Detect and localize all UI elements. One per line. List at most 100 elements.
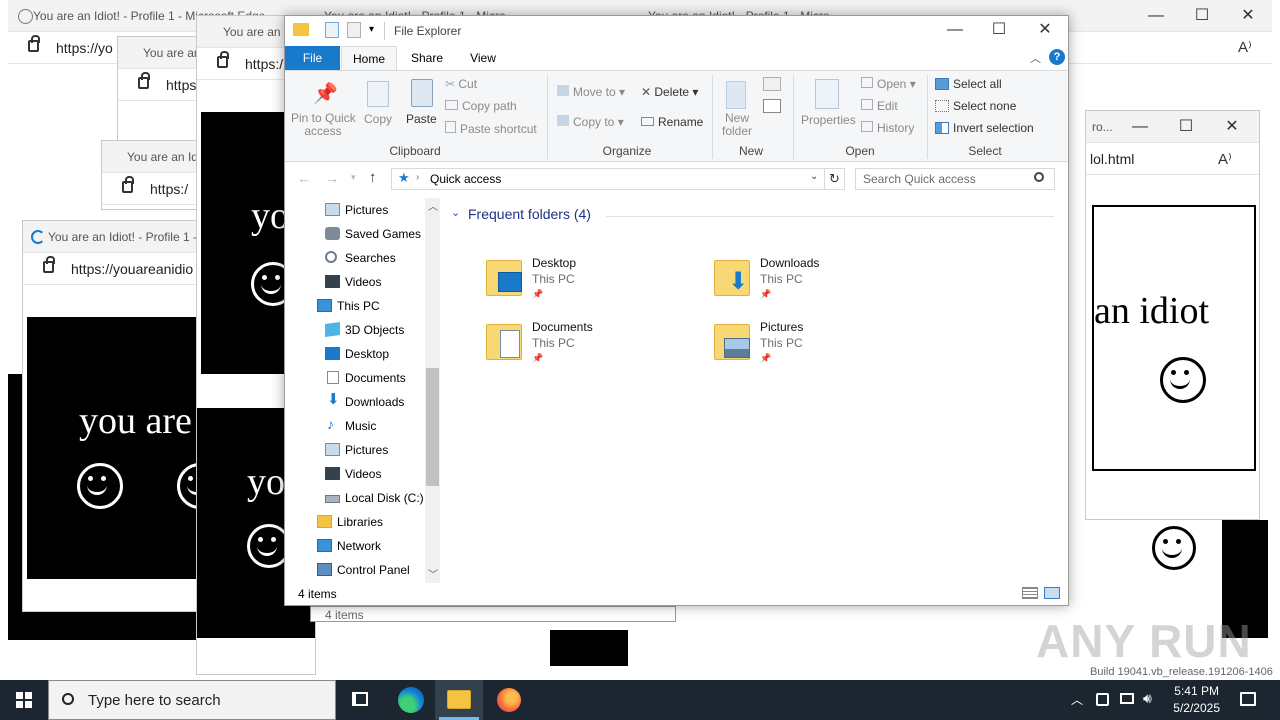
file-explorer-taskbar-button[interactable] <box>435 680 483 720</box>
cut-button[interactable]: ✂ Cut <box>445 77 477 91</box>
address-box[interactable]: ★ › Quick access ⌄ <box>391 168 825 190</box>
folder-tile-downloads[interactable]: ⬇ Downloads This PC 📌 <box>714 256 924 312</box>
search-box[interactable]: Search Quick access <box>855 168 1055 190</box>
nav-item-pictures-pc[interactable]: Pictures <box>285 438 425 462</box>
forward-icon[interactable]: → <box>325 170 339 186</box>
chevron-up-icon[interactable]: ︿ <box>428 198 438 213</box>
nav-item-local-disk[interactable]: Local Disk (C:) <box>285 486 425 510</box>
url-text: https://youareanidio <box>71 261 194 277</box>
idiot-text: you are <box>79 400 192 442</box>
browser-tabbar: ro... — ☐ ✕ <box>1086 111 1259 143</box>
details-view-icon[interactable] <box>1022 587 1038 599</box>
properties-button[interactable]: Properties <box>801 113 856 127</box>
nav-item-documents[interactable]: Documents <box>285 366 425 390</box>
chevron-down-icon[interactable]: ▾ <box>369 24 374 35</box>
anyrun-watermark: ANY RUN <box>1036 615 1252 667</box>
maximize-icon[interactable]: ☐ <box>1176 117 1196 137</box>
file-explorer-window[interactable]: ▾ File Explorer — ☐ ✕ File Home Share Vi… <box>284 15 1069 606</box>
folder-tile-documents[interactable]: Documents This PC 📌 <box>486 320 696 376</box>
select-all-button[interactable]: Select all <box>935 77 1002 91</box>
folder-name: Documents <box>532 320 593 334</box>
nav-item-music[interactable]: ♪ Music <box>285 414 425 438</box>
paste-button[interactable]: Paste <box>406 112 437 126</box>
recent-locations-icon[interactable]: ▾ <box>351 172 356 183</box>
folder-tile-pictures[interactable]: Pictures This PC 📌 <box>714 320 924 376</box>
firefox-taskbar-button[interactable] <box>484 680 532 720</box>
copy-button[interactable]: Copy <box>364 112 392 126</box>
history-button[interactable]: History <box>861 121 914 135</box>
refresh-icon[interactable]: ↻ <box>825 168 845 190</box>
new-folder-quick-icon[interactable] <box>347 22 361 38</box>
nav-item-videos-pc[interactable]: Videos <box>285 462 425 486</box>
scrollbar-thumb[interactable] <box>426 368 439 486</box>
tab-share[interactable]: Share <box>399 46 455 70</box>
folder-tile-desktop[interactable]: Desktop This PC 📌 <box>486 256 696 312</box>
close-icon[interactable]: ✕ <box>1238 6 1258 26</box>
read-aloud-icon[interactable]: A⁾ <box>1238 38 1252 56</box>
nav-item-saved-games[interactable]: Saved Games <box>285 222 425 246</box>
pin-to-quick-access-button[interactable]: Pin to Quick access <box>291 112 356 138</box>
nav-item-desktop[interactable]: Desktop <box>285 342 425 366</box>
start-button[interactable] <box>0 680 48 720</box>
copy-path-button[interactable]: Copy path <box>445 99 517 113</box>
rename-button[interactable]: Rename <box>641 115 703 129</box>
paste-shortcut-button[interactable]: Paste shortcut <box>445 121 537 136</box>
volume-icon[interactable]: 🔊︎ <box>1143 690 1152 707</box>
move-to-button[interactable]: Move to ▾ <box>557 85 625 99</box>
title-bar[interactable]: ▾ File Explorer — ☐ ✕ <box>285 16 1068 46</box>
task-view-button[interactable] <box>336 680 384 720</box>
nav-item-this-pc[interactable]: This PC <box>285 294 425 318</box>
nav-item-pictures[interactable]: Pictures <box>285 198 425 222</box>
new-item-icon[interactable] <box>763 77 781 91</box>
close-icon[interactable]: ✕ <box>1222 117 1242 137</box>
nav-item-control-panel[interactable]: Control Panel <box>285 558 425 582</box>
section-header[interactable]: ⌄ Frequent folders (4) <box>448 204 1058 226</box>
back-icon[interactable]: ← <box>297 170 311 186</box>
open-button[interactable]: Open ▾ <box>861 77 916 91</box>
edit-button[interactable]: Edit <box>861 99 898 113</box>
device-tray-icon[interactable] <box>1120 693 1134 704</box>
nav-item-network[interactable]: Network <box>285 534 425 558</box>
copy-to-button[interactable]: Copy to ▾ <box>557 115 624 129</box>
chevron-down-icon[interactable]: ⌄ <box>810 171 818 182</box>
select-none-button[interactable]: Select none <box>935 99 1016 113</box>
edge-taskbar-button[interactable] <box>386 680 434 720</box>
delete-button[interactable]: ✕ Delete ▾ <box>641 85 698 99</box>
nav-item-downloads[interactable]: ⬇ Downloads <box>285 390 425 414</box>
tab-file[interactable]: File <box>285 46 340 70</box>
maximize-icon[interactable]: ☐ <box>989 20 1009 40</box>
taskbar-search-box[interactable]: Type here to search <box>48 680 336 720</box>
easy-access-icon[interactable] <box>763 99 781 113</box>
new-folder-button[interactable]: New folder <box>719 112 755 138</box>
notification-icon[interactable] <box>1240 692 1256 706</box>
chevron-down-icon[interactable]: ﹀ <box>428 566 438 581</box>
read-aloud-icon[interactable]: A⁾ <box>1218 150 1232 168</box>
up-icon[interactable]: ↑ <box>369 169 377 186</box>
folder-location: This PC <box>760 272 803 286</box>
section-title: Frequent folders (4) <box>468 206 591 222</box>
minimize-icon[interactable]: — <box>945 20 965 40</box>
nav-item-videos[interactable]: Videos <box>285 270 425 294</box>
nav-scrollbar[interactable]: ︿ ﹀ <box>425 198 440 584</box>
idiot-text: yo <box>247 461 285 503</box>
invert-selection-button[interactable]: Invert selection <box>935 121 1034 135</box>
minimize-icon[interactable]: — <box>1130 117 1150 137</box>
chevron-up-icon[interactable]: ︿ <box>1030 50 1041 66</box>
clock[interactable]: 5:41 PM 5/2/2025 <box>1173 683 1220 717</box>
breadcrumb-location[interactable]: Quick access <box>430 172 501 186</box>
properties-quick-icon[interactable] <box>325 22 339 38</box>
tab-view[interactable]: View <box>455 46 511 70</box>
close-icon[interactable]: ✕ <box>1035 20 1055 40</box>
nav-item-libraries[interactable]: Libraries <box>285 510 425 534</box>
network-tray-icon[interactable] <box>1096 693 1109 706</box>
help-icon[interactable]: ? <box>1049 49 1065 65</box>
chevron-up-icon[interactable]: ︿ <box>1071 691 1083 708</box>
address-bar[interactable]: lol.html A⁾ <box>1086 143 1259 175</box>
minimize-icon[interactable]: — <box>1146 6 1166 26</box>
nav-item-3d-objects[interactable]: 3D Objects <box>285 318 425 342</box>
maximize-icon[interactable]: ☐ <box>1192 6 1212 26</box>
control-panel-icon <box>317 563 332 576</box>
nav-item-searches[interactable]: Searches <box>285 246 425 270</box>
tab-home[interactable]: Home <box>341 46 397 70</box>
large-icons-view-icon[interactable] <box>1044 587 1060 599</box>
